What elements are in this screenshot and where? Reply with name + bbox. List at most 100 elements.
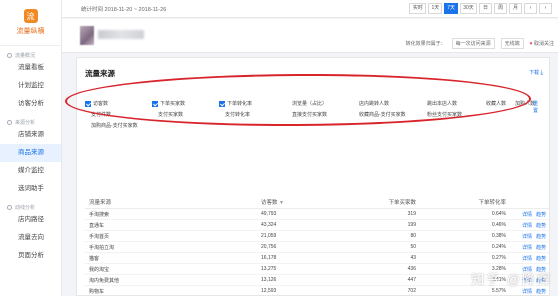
metric-option[interactable]: 访客数 [85, 100, 108, 107]
sidebar-item-media-monitor[interactable]: 媒介监控 [0, 162, 61, 180]
metric-option-label: 支付件数 [91, 112, 112, 118]
sidebar-item-flow-destination[interactable]: 流量去向 [0, 229, 61, 247]
sidebar-item-plan-monitor[interactable]: 计划监控 [0, 77, 61, 95]
sidebar: 流 流量纵横 流量概况 流量看板 计划监控 访客分析 来源分析 店铺来源 商品来… [0, 0, 62, 296]
unfollow-label: 取消关注 [533, 41, 554, 47]
heart-icon: ♥ [529, 41, 533, 47]
header-buyers[interactable]: 下单买家数 [341, 198, 416, 206]
cell-rate: 0.24% [491, 244, 506, 250]
metric-option[interactable]: 加购人数 [515, 100, 535, 107]
nav-section-label: 动线分析 [15, 205, 36, 211]
unfollow-button[interactable]: ♥ 取消关注 [530, 40, 554, 47]
metric-option-label: 直接支付买家数 [292, 112, 328, 118]
trend-link[interactable]: 趋势 [536, 211, 546, 218]
trend-link[interactable]: 趋势 [536, 255, 546, 262]
cell-rate: 0.64% [491, 211, 506, 217]
product-info-strip: 转化效果归属于： 每一次访问来源 无线端 ♥ 取消关注 [62, 19, 558, 53]
metric-option-label: 访客数 [93, 101, 109, 107]
cell-source: 我的淘宝 [89, 266, 110, 273]
detail-link[interactable]: 详情 [522, 288, 532, 295]
table-row: 猫客 16,178 43 0.27% 详情 趋势 [85, 253, 549, 264]
cell-buyers: 80 [410, 233, 416, 239]
cell-buyers: 319 [407, 211, 416, 217]
range-1day-button[interactable]: 1天 [428, 3, 443, 14]
brand-logo-icon: 流 [23, 9, 38, 23]
metric-option-label: 加购商品-支付买家数 [91, 123, 138, 129]
row-actions: 详情 趋势 [506, 222, 546, 229]
cell-buyers: 50 [410, 244, 416, 250]
range-day-button[interactable]: 日 [479, 3, 492, 14]
cell-rate: 0.27% [491, 255, 506, 261]
detail-link[interactable]: 详情 [522, 255, 532, 262]
metric-option-label: 收藏商品-支付买家数 [359, 112, 406, 118]
download-button[interactable]: 下载 ⤓ [529, 69, 543, 77]
range-buttons: 实时 1天 7天 30天 日 周 月 ‹ › [409, 3, 552, 14]
metric-option[interactable]: 浏览量（占比） [292, 100, 327, 107]
header-visitors[interactable]: 访客数 ▼ [261, 198, 341, 206]
metric-option-label: 下单买家数 [160, 101, 186, 107]
cell-buyers: 436 [407, 266, 416, 272]
detail-link[interactable]: 详情 [522, 244, 532, 251]
detail-link[interactable]: 详情 [522, 233, 532, 240]
metric-option[interactable]: 支付转化率 [225, 111, 250, 118]
row-actions: 详情 趋势 [506, 255, 546, 262]
metric-option[interactable]: 下单转化率 [219, 100, 252, 107]
metric-option[interactable]: 直接支付买家数 [292, 111, 327, 118]
trend-link[interactable]: 趋势 [536, 233, 546, 240]
nav-section-source: 来源分析 [0, 119, 61, 126]
cell-visitors: 13,275 [261, 266, 277, 272]
metric-option[interactable]: 加购商品-支付买家数 [91, 122, 138, 129]
reset-button[interactable]: 重置 [533, 100, 540, 114]
row-actions: 详情 趋势 [506, 211, 546, 218]
range-7day-button[interactable]: 7天 [444, 3, 458, 14]
cell-source: 手淘搜索 [89, 211, 110, 218]
metric-option[interactable]: 店内跳转人数 [359, 100, 389, 107]
metric-option[interactable]: 支付买家数 [158, 111, 183, 118]
cell-source: 猫客 [89, 255, 100, 262]
traffic-source-panel: 流量来源 下载 ⤓ 访客数 下单买家数 下单转化率 浏览量（占比） 店内跳转人数… [76, 57, 550, 296]
range-realtime-button[interactable]: 实时 [409, 3, 427, 14]
attribution-select[interactable]: 每一次访问来源 [451, 38, 495, 49]
metric-option-label: 浏览量（占比） [292, 101, 328, 107]
sidebar-item-store-source[interactable]: 店铺来源 [0, 126, 61, 144]
checkbox-icon [152, 100, 158, 107]
checkbox-icon [85, 100, 91, 107]
trend-link[interactable]: 趋势 [536, 288, 546, 295]
range-week-button[interactable]: 周 [494, 3, 507, 14]
sidebar-item-product-source[interactable]: 商品来源 [0, 144, 61, 162]
sidebar-item-store-path[interactable]: 店内路径 [0, 211, 61, 229]
metric-option-label: 粉丝支付买家数 [427, 112, 463, 118]
sidebar-item-flow-board[interactable]: 流量看板 [0, 59, 61, 77]
metric-option[interactable]: 粉丝支付买家数 [427, 111, 462, 118]
nav-section-path: 动线分析 [0, 204, 61, 211]
metric-option[interactable]: 支付件数 [91, 111, 111, 118]
metric-option-label: 跳出本店人数 [427, 101, 458, 107]
detail-link[interactable]: 详情 [522, 222, 532, 229]
cell-buyers: 199 [407, 222, 416, 228]
metric-option[interactable]: 收藏人数 [486, 100, 506, 107]
cell-rate: 0.38% [491, 233, 506, 239]
cell-buyers: 43 [410, 255, 416, 261]
nav-section-label: 来源分析 [15, 120, 36, 126]
metric-option[interactable]: 跳出本店人数 [427, 100, 457, 107]
prev-period-button[interactable]: ‹ [524, 3, 537, 14]
metric-option-label: 支付转化率 [225, 112, 251, 118]
trend-link[interactable]: 趋势 [536, 244, 546, 251]
header-visitors-label: 访客数 [261, 200, 278, 206]
detail-link[interactable]: 详情 [522, 211, 532, 218]
next-period-button[interactable]: › [539, 3, 552, 14]
trend-link[interactable]: 趋势 [536, 222, 546, 229]
cell-visitors: 16,178 [261, 255, 277, 261]
metric-option[interactable]: 下单买家数 [152, 100, 185, 107]
terminal-select[interactable]: 无线端 [500, 38, 524, 49]
cell-visitors: 12,593 [261, 288, 277, 294]
cell-visitors: 21,059 [261, 233, 277, 239]
cell-rate: 0.46% [491, 222, 506, 228]
sidebar-item-page-analysis[interactable]: 页面分析 [0, 247, 61, 265]
header-rate[interactable]: 下单转化率 [416, 198, 506, 206]
sidebar-item-visitor-analysis[interactable]: 访客分析 [0, 95, 61, 113]
metric-option[interactable]: 收藏商品-支付买家数 [359, 111, 406, 118]
sidebar-item-keyword-helper[interactable]: 选词助手 [0, 180, 61, 198]
range-30day-button[interactable]: 30天 [460, 3, 477, 14]
range-month-button[interactable]: 月 [509, 3, 522, 14]
